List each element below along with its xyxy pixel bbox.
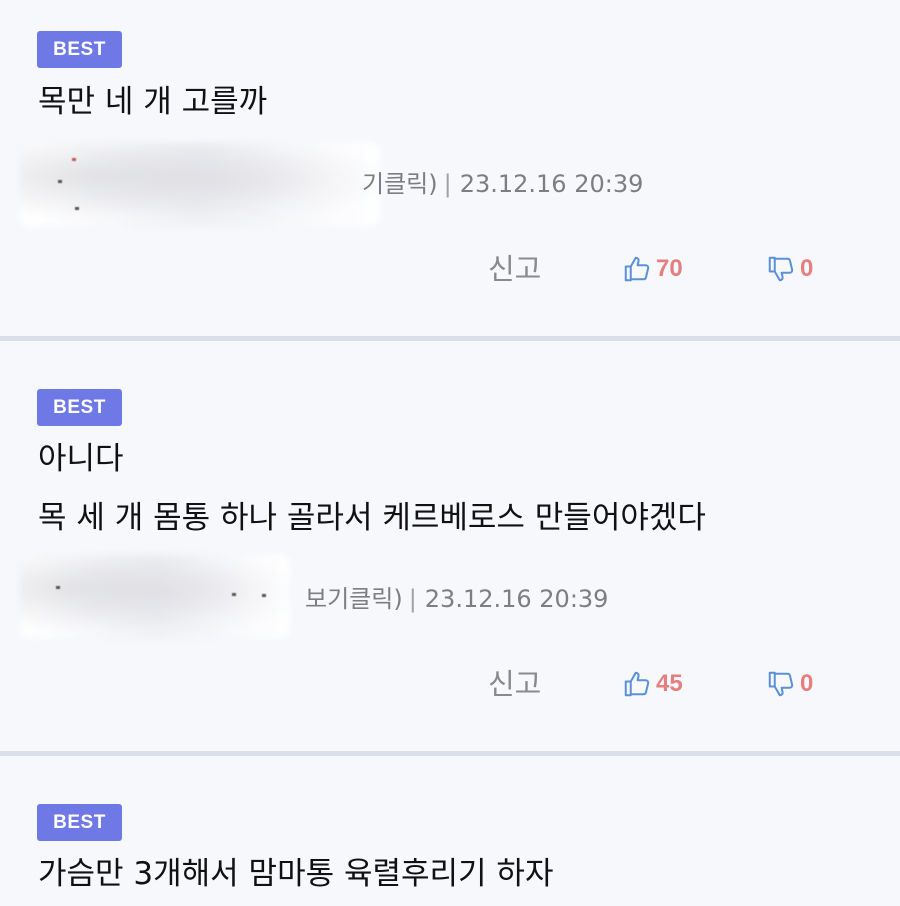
thumbs-down-icon <box>766 669 800 699</box>
author-link-tail[interactable]: 보기클릭) <box>305 585 403 613</box>
best-badge: BEST <box>37 389 122 426</box>
like-button[interactable]: 45 <box>622 666 683 702</box>
comment-item: BEST 아니다 목 세 개 몸통 하나 골라서 케르베로스 만들어야겠다 보기… <box>0 341 900 751</box>
comment-item: BEST 가슴만 3개해서 맘마통 육렬후리기 하자 <box>0 756 900 906</box>
author-link-tail[interactable]: 기클릭) <box>362 170 438 198</box>
meta-separator: | <box>443 170 452 198</box>
thumbs-up-icon <box>622 669 656 699</box>
thumbs-up-icon <box>622 254 656 284</box>
comment-text: 아니다 <box>38 441 124 477</box>
blurred-author-info <box>56 586 60 589</box>
timestamp: 23.12.16 20:39 <box>424 585 609 613</box>
dislike-button[interactable]: 0 <box>766 666 813 702</box>
meta-separator: | <box>408 585 417 613</box>
best-badge: BEST <box>37 31 122 68</box>
comment-item: BEST 목만 네 개 고를까 기클릭) | 23.12.16 20:39 신고 7… <box>0 0 900 336</box>
best-badge: BEST <box>37 804 122 841</box>
dislike-count: 0 <box>800 670 814 697</box>
comment-text: 목 세 개 몸통 하나 골라서 케르베로스 만들어야겠다 <box>38 500 706 536</box>
comment-text: 목만 네 개 고를까 <box>38 84 268 120</box>
report-button[interactable]: 신고 <box>488 666 541 702</box>
blurred-author-info <box>232 593 236 596</box>
blurred-author-info <box>20 142 380 227</box>
like-button[interactable]: 70 <box>622 251 683 287</box>
report-button[interactable]: 신고 <box>488 251 541 287</box>
comment-meta: 보기클릭) | 23.12.16 20:39 <box>305 584 608 614</box>
like-count: 70 <box>656 255 683 282</box>
timestamp: 23.12.16 20:39 <box>459 170 644 198</box>
dislike-button[interactable]: 0 <box>766 251 813 287</box>
like-count: 45 <box>656 670 683 697</box>
blurred-author-info <box>262 594 266 597</box>
comment-text: 가슴만 3개해서 맘마통 육렬후리기 하자 <box>38 856 554 892</box>
thumbs-down-icon <box>766 254 800 284</box>
blurred-author-info <box>75 207 79 210</box>
comment-meta: 기클릭) | 23.12.16 20:39 <box>362 169 643 199</box>
dislike-count: 0 <box>800 255 814 282</box>
blurred-author-info <box>72 158 76 161</box>
blurred-author-info <box>20 554 290 639</box>
blurred-author-info <box>58 180 62 183</box>
